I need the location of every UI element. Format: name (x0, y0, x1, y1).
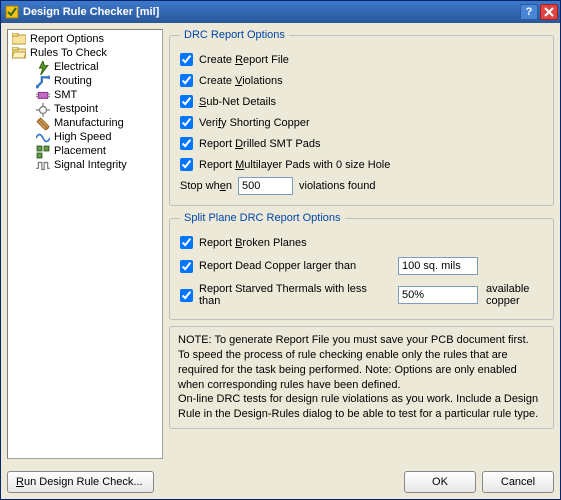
app-icon (5, 5, 19, 19)
multilayer-checkbox[interactable] (180, 158, 193, 171)
starved-thermals-label[interactable]: Report Starved Thermals with less than (199, 283, 390, 307)
tree-highspeed[interactable]: High Speed (8, 130, 162, 144)
window: Design Rule Checker [mil] ? Report Optio… (0, 0, 561, 500)
drilled-smt-label[interactable]: Report Drilled SMT Pads (199, 138, 320, 150)
tree-label: Placement (54, 145, 106, 157)
note-line1: NOTE: To generate Report File you must s… (178, 333, 545, 348)
signal-icon (36, 159, 50, 171)
note-line2: To speed the process of rule checking en… (178, 348, 545, 393)
tree-label: SMT (54, 89, 77, 101)
right-panel: DRC Report Options Create Report File Cr… (169, 29, 554, 459)
dead-copper-label[interactable]: Report Dead Copper larger than (199, 260, 356, 272)
highspeed-icon (36, 131, 50, 143)
nav-tree[interactable]: Report Options Rules To Check Electrical… (7, 29, 163, 459)
stop-right-label: violations found (299, 180, 375, 192)
tree-label: Routing (54, 75, 92, 87)
broken-planes-checkbox[interactable] (180, 236, 193, 249)
stop-count-input[interactable] (238, 177, 293, 195)
drc-legend: DRC Report Options (180, 29, 289, 41)
tree-label: High Speed (54, 131, 112, 143)
tree-smt[interactable]: SMT (8, 88, 162, 102)
drilled-smt-checkbox[interactable] (180, 137, 193, 150)
footer: Run Design Rule Check... OK Cancel (1, 465, 560, 499)
tree-label: Testpoint (54, 103, 98, 115)
broken-planes-label[interactable]: Report Broken Planes (199, 237, 307, 249)
tree-label: Rules To Check (30, 47, 107, 59)
create-violations-label[interactable]: Create Violations (199, 75, 283, 87)
create-violations-checkbox[interactable] (180, 74, 193, 87)
stop-left-label: Stop when (180, 180, 232, 192)
tree-placement[interactable]: Placement (8, 144, 162, 158)
drc-options-group: DRC Report Options Create Report File Cr… (169, 29, 554, 206)
subnet-label[interactable]: Sub-Net Details (199, 96, 276, 108)
ok-button[interactable]: OK (404, 471, 476, 493)
routing-icon (36, 75, 50, 87)
tree-routing[interactable]: Routing (8, 74, 162, 88)
tree-rules-to-check[interactable]: Rules To Check (8, 46, 162, 60)
starved-thermals-input[interactable] (398, 286, 478, 304)
electrical-icon (36, 61, 50, 73)
cancel-button[interactable]: Cancel (482, 471, 554, 493)
tree-label: Manufacturing (54, 117, 124, 129)
tree-electrical[interactable]: Electrical (8, 60, 162, 74)
note-line3: On-line DRC tests for design rule violat… (178, 392, 545, 422)
starved-suffix-label: available copper (486, 283, 543, 307)
tree-testpoint[interactable]: Testpoint (8, 102, 162, 116)
tree-label: Signal Integrity (54, 159, 127, 171)
verify-short-label[interactable]: Verify Shorting Copper (199, 117, 310, 129)
manufacturing-icon (36, 117, 50, 129)
create-report-checkbox[interactable] (180, 53, 193, 66)
split-legend: Split Plane DRC Report Options (180, 212, 345, 224)
tree-label: Electrical (54, 61, 99, 73)
testpoint-icon (36, 103, 50, 115)
placement-icon (36, 145, 50, 157)
split-plane-group: Split Plane DRC Report Options Report Br… (169, 212, 554, 320)
help-button[interactable]: ? (520, 4, 538, 20)
smt-icon (36, 89, 50, 101)
subnet-checkbox[interactable] (180, 95, 193, 108)
verify-short-checkbox[interactable] (180, 116, 193, 129)
window-title: Design Rule Checker [mil] (23, 6, 518, 18)
run-drc-button[interactable]: Run Design Rule Check... (7, 471, 154, 493)
dead-copper-input[interactable] (398, 257, 478, 275)
create-report-label[interactable]: Create Report File (199, 54, 289, 66)
folder-icon (12, 33, 26, 45)
tree-manufacturing[interactable]: Manufacturing (8, 116, 162, 130)
titlebar: Design Rule Checker [mil] ? (1, 1, 560, 23)
close-button[interactable] (540, 4, 558, 20)
body: Report Options Rules To Check Electrical… (1, 23, 560, 465)
multilayer-label[interactable]: Report Multilayer Pads with 0 size Hole (199, 159, 390, 171)
starved-thermals-checkbox[interactable] (180, 289, 193, 302)
folder-open-icon (12, 47, 26, 59)
note-box: NOTE: To generate Report File you must s… (169, 326, 554, 429)
tree-signal-integrity[interactable]: Signal Integrity (8, 158, 162, 172)
dead-copper-checkbox[interactable] (180, 260, 193, 273)
tree-report-options[interactable]: Report Options (8, 32, 162, 46)
tree-label: Report Options (30, 33, 104, 45)
